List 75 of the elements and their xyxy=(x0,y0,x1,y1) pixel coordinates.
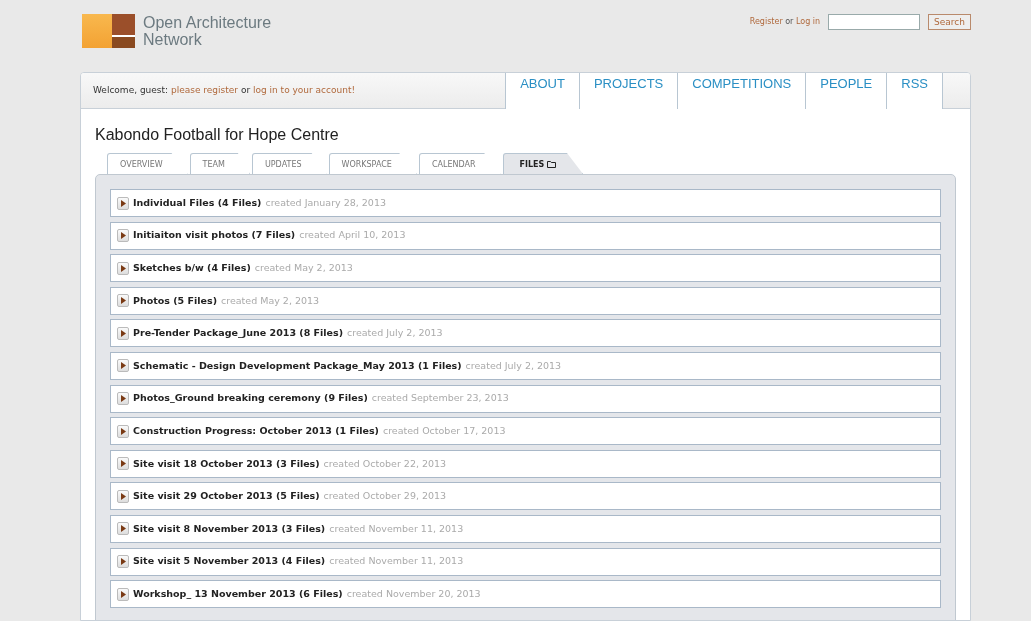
triangle-right-icon xyxy=(120,492,126,500)
expand-button[interactable] xyxy=(117,392,129,406)
created-date: created October 17, 2013 xyxy=(382,424,506,439)
triangle-right-icon xyxy=(120,395,126,403)
logo-icon xyxy=(82,14,135,48)
folder-name[interactable]: Sketches b/w (4 Files) xyxy=(133,261,251,276)
created-date: created July 2, 2013 xyxy=(347,326,443,341)
folder-name[interactable]: Site visit 8 November 2013 (3 Files) xyxy=(133,521,326,537)
triangle-right-icon xyxy=(120,558,126,566)
triangle-right-icon xyxy=(120,199,126,207)
folder-name[interactable]: Site visit 29 October 2013 (5 Files) xyxy=(133,489,320,504)
sub-tab[interactable]: OVERVIEW xyxy=(107,153,188,174)
triangle-right-icon xyxy=(120,264,126,272)
created-date: created April 10, 2013 xyxy=(299,228,406,243)
triangle-right-icon xyxy=(120,590,126,598)
triangle-right-icon xyxy=(120,232,126,240)
created-date: created October 29, 2013 xyxy=(323,489,447,504)
nav-tab[interactable]: RSS xyxy=(886,73,943,109)
sub-tab[interactable]: TEAM xyxy=(189,153,250,174)
expand-button[interactable] xyxy=(117,359,129,373)
expand-button[interactable] xyxy=(117,326,129,340)
expand-button[interactable] xyxy=(117,229,129,243)
created-date: created November 11, 2013 xyxy=(329,521,464,536)
folder-name[interactable]: Initiaiton visit photos (7 Files) xyxy=(133,228,296,243)
project-title: Kabondo Football for Hope Centre xyxy=(94,125,340,145)
nav-tab[interactable]: PEOPLE xyxy=(805,73,888,109)
login-link[interactable]: Log in xyxy=(795,17,821,26)
site-name[interactable]: Open Architecture Network xyxy=(143,14,272,48)
expand-button[interactable] xyxy=(117,294,129,308)
sub-tab[interactable]: CALENDAR xyxy=(418,153,501,174)
triangle-right-icon xyxy=(120,362,126,370)
triangle-right-icon xyxy=(120,460,126,468)
folder-name[interactable]: Workshop_ 13 November 2013 (6 Files) xyxy=(133,587,343,602)
expand-button[interactable] xyxy=(117,457,129,471)
register-link[interactable]: Register xyxy=(749,17,783,26)
created-date: created November 11, 2013 xyxy=(329,554,464,569)
triangle-right-icon xyxy=(120,525,126,533)
expand-button[interactable] xyxy=(117,196,129,210)
expand-button[interactable] xyxy=(117,522,129,536)
created-date: created October 22, 2013 xyxy=(323,456,447,471)
created-date: created May 2, 2013 xyxy=(254,261,353,276)
folder-name[interactable]: Schematic - Design Development Package_May 2013 (1 Files) xyxy=(133,358,462,374)
created-date: created January 28, 2013 xyxy=(265,195,386,210)
search-button[interactable]: Search xyxy=(928,14,971,30)
welcome-message: Welcome, guest: please register or log in to your account! xyxy=(92,84,356,97)
created-date: created November 20, 2013 xyxy=(346,587,481,601)
login-link[interactable]: log in to your account! xyxy=(252,85,356,95)
triangle-right-icon xyxy=(120,329,126,337)
register-link[interactable]: please register xyxy=(170,85,239,95)
created-date: created July 2, 2013 xyxy=(465,358,562,373)
sub-tab[interactable]: UPDATES xyxy=(251,153,327,174)
nav-tab[interactable]: ABOUT xyxy=(505,73,580,109)
sub-tab[interactable]: WORKSPACE xyxy=(328,153,417,174)
folder-name[interactable]: Pre-Tender Package_June 2013 (8 Files) xyxy=(133,326,344,341)
created-date: created September 23, 2013 xyxy=(371,391,509,406)
search-field[interactable] xyxy=(828,14,921,30)
expand-button[interactable] xyxy=(117,424,129,438)
folder-name[interactable]: Site visit 5 November 2013 (4 Files) xyxy=(133,554,326,569)
folder-name[interactable]: Construction Progress: October 2013 (1 Files) xyxy=(133,424,379,439)
folder-name[interactable]: Photos_Ground breaking ceremony (9 Files) xyxy=(133,391,368,406)
created-date: created May 2, 2013 xyxy=(221,293,320,308)
folder-name[interactable]: Photos (5 Files) xyxy=(133,293,217,308)
triangle-right-icon xyxy=(120,427,126,435)
folder-icon xyxy=(547,160,557,168)
nav-tab[interactable]: PROJECTS xyxy=(578,73,679,109)
folder-name[interactable]: Site visit 18 October 2013 (3 Files) xyxy=(133,456,320,471)
expand-button[interactable] xyxy=(117,261,129,275)
expand-button[interactable] xyxy=(117,489,129,503)
folder-name[interactable]: Individual Files (4 Files) xyxy=(133,195,262,211)
separator-text: or xyxy=(784,17,795,26)
expand-button[interactable] xyxy=(117,587,129,601)
nav-tab[interactable]: COMPETITIONS xyxy=(677,73,807,109)
expand-button[interactable] xyxy=(117,555,129,569)
sub-tab[interactable]: FILES xyxy=(502,153,584,174)
triangle-right-icon xyxy=(120,297,126,305)
